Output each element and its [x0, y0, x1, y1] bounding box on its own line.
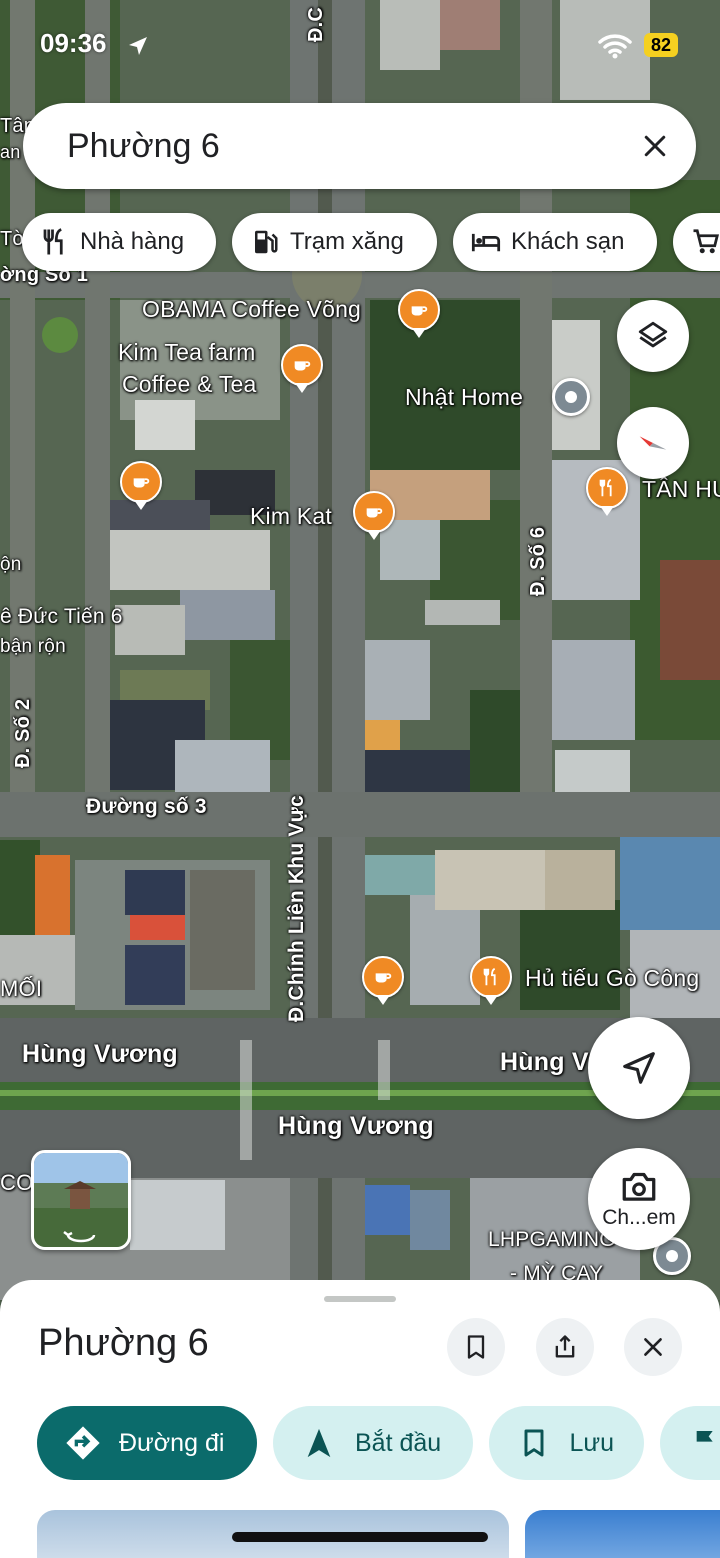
fork-knife-icon	[599, 478, 612, 497]
search-query[interactable]: Phường 6	[67, 127, 640, 166]
chip-gas-stations[interactable]: Trạm xăng	[232, 213, 437, 271]
save-place-button[interactable]	[447, 1318, 505, 1376]
place-photo-2[interactable]	[525, 1510, 720, 1558]
battery-indicator: 82	[644, 33, 678, 57]
place-label-tan-hu[interactable]: TÂN HU	[642, 476, 720, 503]
place-label-hu-tieu[interactable]: Hủ tiếu Gò Công	[525, 965, 699, 992]
start-button[interactable]: Bắt đầu	[273, 1406, 473, 1480]
street-label-chinh-lien-khu-vuc: Đ.Chính Liên Khu Vực	[285, 795, 308, 1022]
camera-search-button[interactable]: Ch...em	[588, 1148, 690, 1250]
place-bottom-sheet[interactable]: Phường 6 Đường đi Bắt đầu Lưu	[0, 1280, 720, 1558]
status-time: 09:36	[40, 28, 107, 58]
street-view-image	[34, 1153, 128, 1247]
street-label-dc: Đ.C	[305, 6, 327, 42]
close-sheet-button[interactable]	[624, 1318, 682, 1376]
bookmark-icon	[524, 1429, 544, 1457]
sheet-drag-handle[interactable]	[324, 1296, 396, 1302]
lodging-pin-nhat-home[interactable]	[552, 378, 590, 416]
chip-label: Khách sạn	[511, 228, 625, 255]
share-icon	[555, 1335, 575, 1358]
chip-hotels[interactable]: Khách sạn	[453, 213, 657, 271]
bed-icon	[471, 233, 501, 252]
place-label-kim-kat[interactable]: Kim Kat	[250, 503, 332, 530]
shopping-cart-icon	[693, 229, 720, 254]
edge-label-ban-ron: bận rộn	[0, 636, 66, 657]
street-label-hung-vuong-3: Hùng V	[500, 1048, 589, 1076]
location-arrow-icon	[129, 37, 147, 55]
cafe-pin-kim-tea[interactable]	[281, 344, 323, 393]
gas-station-icon	[255, 230, 278, 254]
edge-label-co: CO	[0, 1170, 34, 1195]
fork-knife-icon	[483, 967, 496, 986]
coffee-cup-icon	[133, 478, 150, 488]
share-button[interactable]	[536, 1318, 594, 1376]
cafe-pin-south[interactable]	[362, 956, 404, 1005]
place-label-kim-tea[interactable]: Kim Tea farm	[118, 339, 255, 366]
close-icon	[644, 135, 666, 157]
directions-label: Đường đi	[119, 1428, 225, 1457]
chip-label: Trạm xăng	[290, 228, 404, 255]
coffee-cup-icon	[294, 361, 311, 371]
save-button[interactable]: Lưu	[489, 1406, 644, 1480]
directions-button[interactable]: Đường đi	[37, 1406, 257, 1480]
save-label: Lưu	[569, 1428, 614, 1457]
restaurant-pin-tan-hu[interactable]	[586, 467, 628, 516]
cafe-pin-kim-kat[interactable]	[353, 491, 395, 540]
my-location-button[interactable]	[588, 1017, 690, 1119]
street-label-hung-vuong-2: Hùng Vương	[278, 1112, 434, 1140]
street-view-thumbnail[interactable]	[31, 1150, 131, 1250]
place-label-obama[interactable]: OBAMA Coffee Võng	[142, 296, 361, 323]
cafe-pin-unnamed[interactable]	[120, 461, 162, 510]
navigation-arrow-icon	[623, 1052, 655, 1084]
bookmark-icon	[467, 1335, 485, 1359]
sheet-title: Phường 6	[38, 1322, 209, 1364]
layers-icon	[638, 321, 668, 348]
compass-icon	[639, 436, 667, 450]
clear-search-button[interactable]	[640, 131, 670, 161]
street-label-so-2: Đ. Số 2	[12, 698, 34, 768]
restaurant-pin-hu-tieu[interactable]	[470, 956, 512, 1005]
chip-restaurants[interactable]: Nhà hàng	[22, 213, 216, 271]
more-action-button[interactable]	[660, 1406, 720, 1480]
street-label-hung-vuong-1: Hùng Vương	[22, 1040, 178, 1068]
coffee-cup-icon	[411, 306, 428, 316]
cafe-pin-obama[interactable]	[398, 289, 440, 338]
edge-label-on: ộn	[0, 554, 22, 575]
place-label-coffee-tea[interactable]: Coffee & Tea	[122, 371, 257, 398]
street-label-so-6: Đ. Số 6	[527, 526, 549, 596]
layers-button[interactable]	[617, 300, 689, 372]
fork-knife-icon	[43, 228, 63, 255]
chip-label: Nhà hàng	[80, 228, 185, 255]
wifi-icon	[598, 34, 632, 59]
coffee-cup-icon	[375, 973, 392, 983]
edge-label-duc-tien: ê Đức Tiến 6	[0, 605, 123, 628]
camera-icon	[622, 1172, 656, 1201]
camera-label: Ch...em	[602, 1206, 676, 1229]
street-label-duong-so-3: Đường số 3	[86, 795, 207, 818]
compass-button[interactable]	[617, 407, 689, 479]
search-bar[interactable]: Phường 6	[23, 103, 696, 189]
navigation-arrow-icon	[307, 1428, 331, 1458]
close-icon	[644, 1338, 662, 1356]
coffee-cup-icon	[366, 508, 383, 518]
flag-icon	[696, 1431, 713, 1455]
directions-icon	[66, 1426, 100, 1460]
home-indicator	[232, 1532, 488, 1542]
place-label-lhpgaming[interactable]: LHPGAMING	[488, 1228, 616, 1252]
edge-label-moi: MỐI	[0, 976, 43, 1001]
start-label: Bắt đầu	[355, 1428, 442, 1457]
place-label-nhat-home[interactable]: Nhật Home	[405, 384, 523, 411]
